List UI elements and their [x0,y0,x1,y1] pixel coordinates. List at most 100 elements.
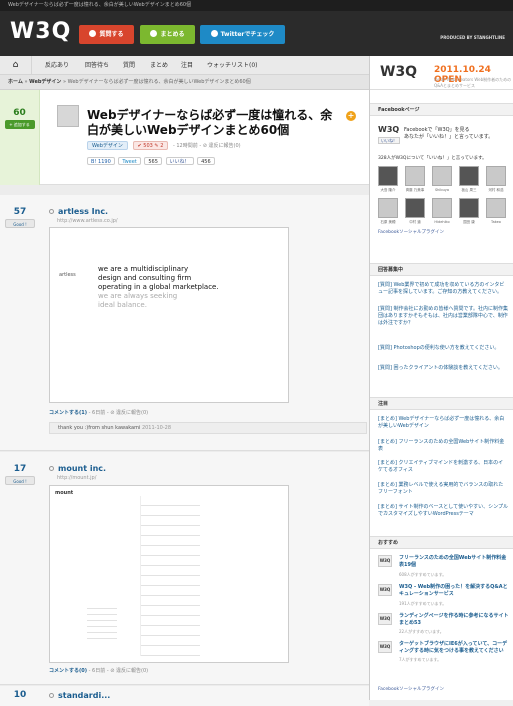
sidebar: W3Q 2011.10.24 OPEN for all Web creators… [369,56,513,700]
avatar-name: 中村 道 [409,220,421,224]
entry-url[interactable]: http://mount.jp/ [57,475,96,481]
site-screenshot[interactable]: mount [49,485,289,663]
link-icon [49,466,54,471]
breadcrumb-current: Webデザイナーならば必ず一度は憧れる、余白が美しいWebデザインまとめ60個 [67,79,251,85]
home-icon[interactable]: ⌂ [0,56,32,75]
twitter-check-button[interactable]: Twitterでチェック [200,25,285,44]
open-banner[interactable]: W3Q 2011.10.24 OPEN for all Web creators… [370,56,513,90]
list-item: 10 standardi... [0,686,369,706]
vote-count[interactable]: ✔ 503 ✎ 2 [132,141,169,150]
recommend-item[interactable]: W3Q W3Q - Web制作の困った！を解決するQ&Aとキュレーションサービス… [378,584,508,612]
add-plus-icon[interactable]: + [346,111,356,121]
avatar-name: Shibuya [434,188,450,192]
list-item: 17 Good ! mount inc. http://mount.jp/ mo… [0,452,369,685]
comment-reply: thank you :)from shun kawakami 2011-10-2… [49,422,367,434]
fb-page-logo[interactable]: W3Q [378,125,399,134]
avatar[interactable] [432,198,452,218]
twitter-bird-icon [210,30,218,37]
breadcrumb: ホーム » Webデザイン » Webデザイナーならば必ず一度は憧れる、余白が美… [0,75,369,90]
site-screenshot[interactable]: artless we are a multidisciplinary desig… [49,227,289,403]
avatar-name: 大島 隆介 [380,188,396,192]
featured-article: 60 + 追加する Webデザイナーならば必ず一度は憧れる、余白が美しいWebデ… [0,90,369,185]
attention-item[interactable]: [まとめ] 業務レベルで使える実用的でバランスの取れたフリーフォント [378,482,508,496]
banner-subtitle: for all Web creators Web制作者のためのQ&Aとまとめサー… [434,77,512,88]
avatar[interactable] [459,198,479,218]
site-logo[interactable]: W3Q [10,19,71,44]
answer-item[interactable]: [質問] Web業界で初めて成功を収めている方のインタビュー記事を探しています。… [378,282,508,296]
add-button[interactable]: + 追加する [4,120,35,129]
category-tag[interactable]: Webデザイン [87,141,128,150]
fb-page-link: Facebookで「W3Q」を見る あなたが「いいね！」と言っています。 [404,127,494,140]
answer-item[interactable]: [質問] 制作会社にお勤めの皆様へ質問です。社内に制作集団はありますかそもそもは… [378,306,508,327]
entry-title[interactable]: mount inc. [49,464,106,473]
avatar[interactable] [405,166,425,186]
recommend-item[interactable]: W3Q フリーランスのための全国Webサイト制作料金表19個 608人がすすめて… [378,555,508,583]
avatar-name: Hidehiko [434,220,450,224]
ask-question-button[interactable]: 質問する [79,25,134,44]
attention-item[interactable]: [まとめ] サイト制作のベースとして使いやすい、シンプルでカスタマイズしやすいW… [378,504,508,518]
avatar-name: 国田 康 [463,220,475,224]
avatar-name: 板山 周三 [461,188,477,192]
banner-logo: W3Q [380,64,418,80]
entry-score-value: 17 [13,464,27,474]
entry-score: 57 Good ! [0,207,40,228]
comment-link[interactable]: コメントする(1) - 6日前 - ⊘ 違反に報告(0) [49,409,148,416]
comment-link[interactable]: コメントする(0) - 6日前 - ⊘ 違反に報告(0) [49,667,148,674]
fb-social-plugin-link[interactable]: Facebookソーシャルプラグイン [378,686,444,692]
question-icon [89,30,97,37]
link-icon [49,693,54,698]
nav-item-summaries[interactable]: まとめ [150,56,168,75]
site-header: W3Q 質問する まとめる Twitterでチェック PRODUCED BY S… [0,11,513,56]
tweet-button[interactable]: Tweet [118,157,141,165]
list-item: 57 Good ! artless Inc. http://www.artles… [0,195,369,451]
avatar[interactable] [405,198,425,218]
entry-score-value: 10 [13,690,27,700]
recommend-item[interactable]: W3Q ターゲットブラウザにIE6が入っていて、コーディングする時に気をつける事… [378,641,508,667]
nav-item-responded[interactable]: 反応あり [45,56,69,75]
list-icon [150,30,158,37]
article-meta: Webデザイン ✔ 503 ✎ 2 - 12時間前 - ⊘ 違反に報告(0) [87,141,241,150]
author-avatar[interactable] [57,105,79,127]
avatar[interactable] [432,166,452,186]
facebook-like-button[interactable]: いいね！ [165,157,194,165]
breadcrumb-home[interactable]: ホーム [8,79,23,85]
create-summary-button[interactable]: まとめる [140,25,195,44]
nav-item-questions[interactable]: 質問 [123,56,135,75]
fb-like-count: 328人がW3Qについて「いいね！」と言っています。 [378,156,487,161]
good-button[interactable]: Good ! [5,219,35,228]
avatar-name: 石原 美穂 [380,220,396,224]
entry-url[interactable]: http://www.artless.co.jp/ [57,218,118,224]
like-count: 456 [197,157,215,165]
hatena-bookmark-button[interactable]: B! 1190 [87,157,115,165]
screenshot-brand: artless [59,272,76,278]
attention-item[interactable]: [まとめ] フリーランスのための全国Webサイト制作料金表 [378,439,508,453]
avatar[interactable] [378,198,398,218]
entry-title[interactable]: artless Inc. [49,207,108,216]
attention-item[interactable]: [まとめ] Webデザイナーならば必ず一度は憧れる、余白が美しいWebデザイン [378,416,508,430]
breadcrumb-category[interactable]: Webデザイン [29,79,61,85]
fb-social-plugin-link[interactable]: Facebookソーシャルプラグイン [378,229,444,235]
fb-like-button[interactable]: いいね！ [378,137,400,144]
avatar[interactable] [486,166,506,186]
avatar[interactable] [486,198,506,218]
answer-item[interactable]: [質問] 困ったクライアントの体験談を教えてください。 [378,365,508,372]
produced-by: PRODUCED BY STANGHTLINE [440,35,505,40]
social-buttons: B! 1190 Tweet 565 いいね！ 456 [87,157,217,165]
avatar-name: 河村 和浩 [488,188,504,192]
attention-item[interactable]: [まとめ] クリエイティブマインドを刺激する、日本のイケてるオフィス [378,460,508,474]
avatar[interactable] [378,166,398,186]
avatar[interactable] [459,166,479,186]
answers-section-title: 回答募集中 [370,263,513,276]
nav-item-awaiting[interactable]: 回答待ち [85,56,109,75]
link-icon [49,209,54,214]
good-button[interactable]: Good ! [5,476,35,485]
article-time: - 12時間前 - ⊘ 違反に報告(0) [172,143,241,149]
attention-section-title: 注目 [370,397,513,410]
answer-item[interactable]: [質問] Photoshopの便利な使い方を教えてください。 [378,345,508,352]
entry-score: 10 [0,690,40,700]
nav-item-watchlist[interactable]: ウォッチリスト(0) [207,56,258,75]
entry-title[interactable]: standardi... [49,691,110,700]
nav-item-attention[interactable]: 注目 [181,56,193,75]
recommend-item[interactable]: W3Q ランディングページを作る時に参考になるサイトまとめ53 22人がすすめて… [378,613,509,639]
entry-score: 17 Good ! [0,464,40,485]
